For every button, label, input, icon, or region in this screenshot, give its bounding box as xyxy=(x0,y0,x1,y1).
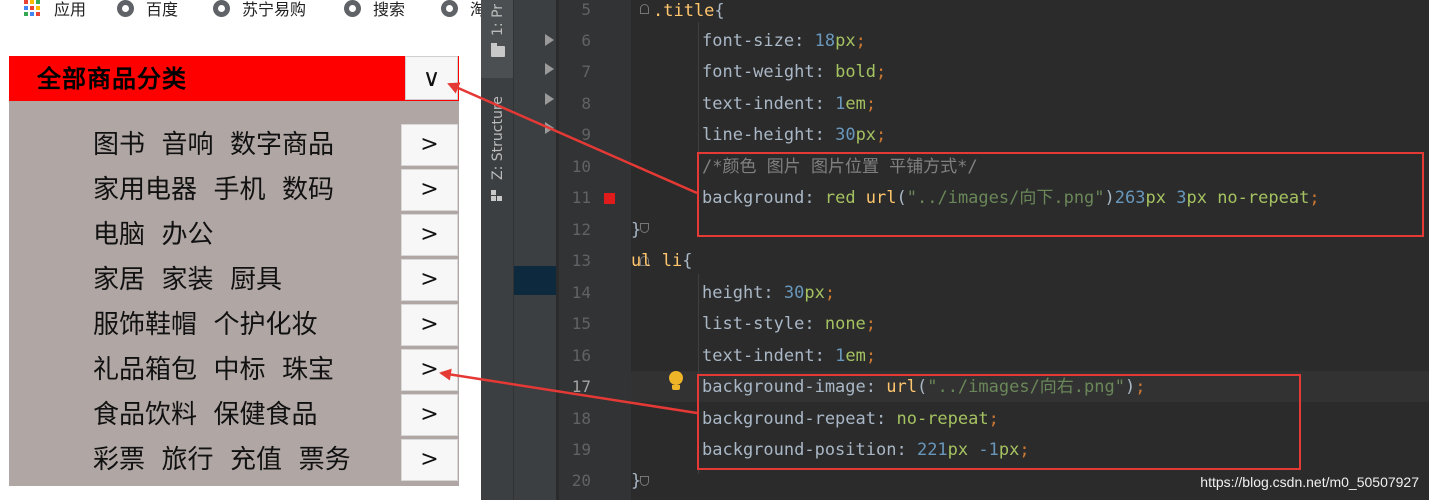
annotation-arrow xyxy=(447,82,698,195)
annotation-arrow xyxy=(439,368,698,415)
annotation-arrows xyxy=(439,82,698,415)
